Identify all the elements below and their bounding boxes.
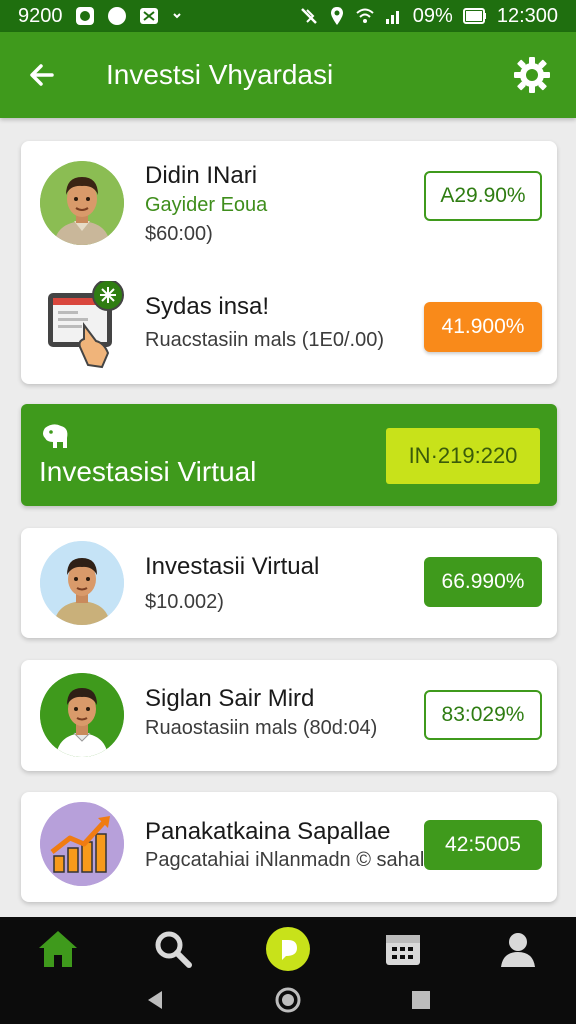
home-circle-icon[interactable] (274, 986, 302, 1019)
battery-icon (462, 8, 487, 24)
virtual-investment-banner[interactable]: Investasisi Virtual IN·219:220 (21, 404, 557, 506)
signal-icon (385, 7, 403, 25)
value-badge[interactable]: 83:029% (424, 690, 542, 740)
bottom-nav (0, 917, 576, 980)
status-time-right: 12:300 (496, 4, 558, 27)
item-amount: $60:00) (145, 223, 213, 245)
avatar (40, 673, 124, 757)
chevron-down-icon (171, 10, 183, 22)
battery-percent: 09% (412, 4, 453, 27)
recents-square-icon[interactable] (410, 989, 432, 1016)
list-item[interactable]: Panakatkaina Sapallae Pagcatahiai iNlanm… (21, 792, 557, 902)
system-nav (0, 980, 576, 1024)
arrow-left-icon[interactable] (24, 57, 60, 93)
gear-icon[interactable] (512, 55, 552, 95)
value-badge[interactable]: 41.900% (424, 302, 542, 352)
item-name: Panakatkaina Sapallae (145, 818, 391, 845)
search-icon[interactable] (143, 919, 203, 979)
app-bar: Investsi Vhyardasi (0, 32, 576, 118)
play-circle-icon[interactable] (258, 919, 318, 979)
list-item[interactable]: Siglan Sair Mird Ruaostasiin mals (80d:0… (21, 660, 557, 771)
whatsapp-icon (75, 6, 95, 26)
item-subtitle: Ruacstasiin mals (1E0/.00) (145, 329, 384, 351)
summary-card: Didin INari Gayider Eoua $60:00) A29.90%… (21, 141, 557, 384)
item-subtitle: Ruaostasiin mals (80d:04) (145, 717, 378, 739)
circle-dot-icon (107, 6, 127, 26)
value-badge[interactable]: 42:5005 (424, 820, 542, 870)
location-icon (329, 6, 345, 26)
banner-title: Investasisi Virtual (39, 456, 257, 487)
item-subtitle: Gayider Eoua (145, 194, 268, 216)
status-bar: 9200 09% 12:300 (0, 0, 576, 32)
avatar (40, 541, 124, 625)
item-name: Sydas insa! (145, 293, 270, 320)
missed-call-icon (139, 6, 159, 26)
status-time-left: 9200 (18, 4, 63, 27)
elephant-icon (39, 422, 71, 452)
mute-icon (299, 6, 319, 26)
page-title: Investsi Vhyardasi (106, 59, 334, 90)
back-triangle-icon[interactable] (144, 989, 166, 1016)
value-badge[interactable]: A29.90% (424, 171, 542, 221)
profile-icon[interactable] (488, 919, 548, 979)
calendar-icon[interactable] (373, 919, 433, 979)
item-name: Siglan Sair Mird (145, 685, 315, 712)
list-item[interactable]: Investasii Virtual $10.002) 66.990% (21, 528, 557, 638)
banner-badge[interactable]: IN·219:220 (386, 428, 540, 484)
item-name: Didin INari (145, 162, 258, 189)
wifi-icon (355, 7, 375, 25)
avatar (40, 161, 124, 245)
value-badge[interactable]: 66.990% (424, 557, 542, 607)
item-name: Investasii Virtual (145, 553, 320, 580)
chart-trend-icon (40, 802, 124, 886)
item-subtitle: $10.002) (145, 591, 224, 613)
tablet-hand-icon (44, 279, 134, 371)
home-icon[interactable] (28, 919, 88, 979)
